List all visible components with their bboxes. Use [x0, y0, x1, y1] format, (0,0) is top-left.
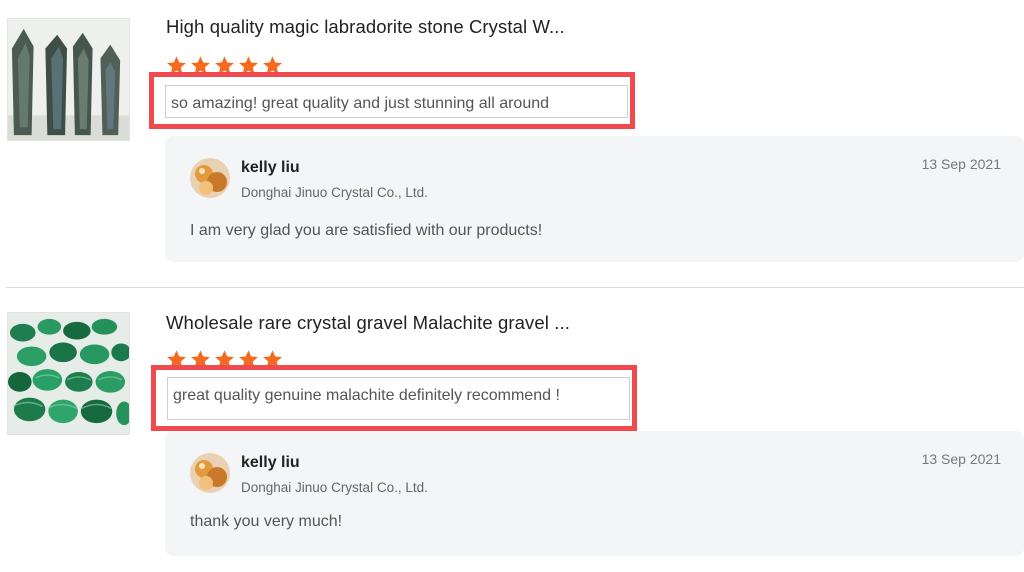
reply-date: 13 Sep 2021 [921, 156, 1001, 172]
product-title[interactable]: High quality magic labradorite stone Cry… [166, 16, 565, 38]
reply-company: Donghai Jinuo Crystal Co., Ltd. [241, 185, 428, 200]
product-image-labradorite[interactable] [7, 18, 130, 141]
reply-company: Donghai Jinuo Crystal Co., Ltd. [241, 480, 428, 495]
review-comment: great quality genuine malachite definite… [173, 387, 560, 404]
divider [6, 287, 1024, 288]
reply-author-name: kelly liu [241, 454, 300, 471]
malachite-gravel-image [8, 313, 129, 434]
labradorite-towers-image [8, 19, 129, 140]
review-item: High quality magic labradorite stone Cry… [0, 0, 1024, 286]
review-item: Wholesale rare crystal gravel Malachite … [0, 296, 1024, 572]
comment-highlight: so amazing! great quality and just stunn… [149, 72, 635, 129]
seller-reply: kelly liu Donghai Jinuo Crystal Co., Ltd… [165, 136, 1024, 262]
product-image-malachite[interactable] [7, 312, 130, 435]
review-comment: so amazing! great quality and just stunn… [171, 95, 550, 112]
reply-text: thank you very much! [190, 513, 343, 530]
reply-text: I am very glad you are satisfied with ou… [190, 222, 543, 239]
reply-author-name: kelly liu [241, 159, 300, 176]
reply-date: 13 Sep 2021 [921, 451, 1001, 467]
seller-reply: kelly liu Donghai Jinuo Crystal Co., Ltd… [165, 431, 1024, 556]
seller-avatar-image [190, 158, 230, 198]
avatar [190, 453, 230, 493]
comment-highlight: great quality genuine malachite definite… [151, 365, 637, 431]
product-title[interactable]: Wholesale rare crystal gravel Malachite … [166, 312, 570, 334]
avatar [190, 158, 230, 198]
seller-avatar-image [190, 453, 230, 493]
